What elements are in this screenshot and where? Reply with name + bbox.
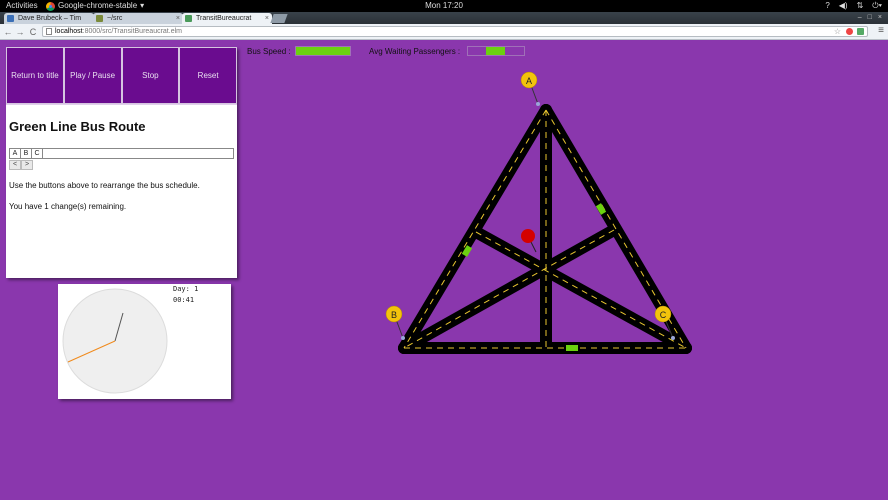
stop-label: B xyxy=(391,310,397,320)
passenger-marker xyxy=(521,229,535,243)
stop-base xyxy=(671,336,675,340)
stop-b[interactable]: B xyxy=(385,305,405,340)
stop-a[interactable]: A xyxy=(520,71,540,106)
stop-base xyxy=(536,102,540,106)
road-map: A B C xyxy=(385,71,692,354)
stop-label: C xyxy=(660,310,667,320)
roads xyxy=(398,104,692,354)
bus[interactable] xyxy=(566,345,578,351)
stop-base xyxy=(401,336,405,340)
stop-label: A xyxy=(526,76,532,86)
waiting-passenger[interactable] xyxy=(521,229,537,253)
